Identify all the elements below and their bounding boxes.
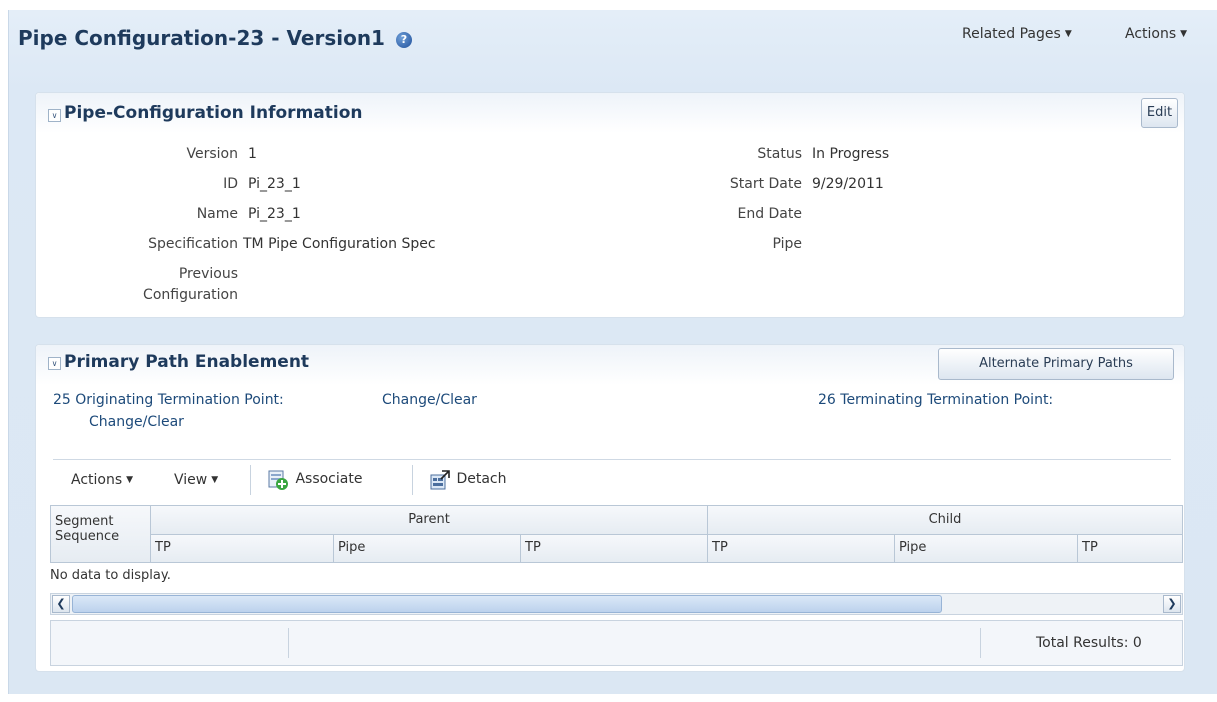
view-menu-label: View: [174, 472, 208, 488]
path-panel-title: Primary Path Enablement: [64, 352, 310, 372]
field-label: Name: [196, 206, 238, 222]
column-header-tp[interactable]: TP: [708, 535, 895, 563]
field-label: Pipe: [772, 236, 802, 252]
field-value: 9/29/2011: [812, 176, 884, 192]
toolbar-separator: [412, 465, 413, 495]
detach-button[interactable]: Detach: [429, 469, 507, 490]
column-header-pipe[interactable]: Pipe: [895, 535, 1078, 563]
detach-label: Detach: [456, 471, 507, 487]
column-header-tp[interactable]: TP: [151, 535, 334, 563]
field-label: Status: [757, 146, 802, 162]
associate-label: Associate: [295, 471, 363, 487]
table-actions-menu[interactable]: Actions ▼: [71, 472, 133, 488]
associate-button[interactable]: Associate: [267, 469, 363, 490]
column-header-pipe[interactable]: Pipe: [334, 535, 521, 563]
originating-change-clear-link[interactable]: Change/Clear: [382, 392, 477, 408]
table-actions-label: Actions: [71, 472, 123, 488]
field-label: Version: [186, 146, 238, 162]
view-menu[interactable]: View ▼: [174, 472, 218, 488]
actions-menu-label: Actions: [1125, 26, 1177, 42]
field-label: Configuration: [143, 287, 238, 303]
info-panel: ∨ Pipe-Configuration Information Edit Ve…: [35, 92, 1185, 318]
column-header-line: Segment: [55, 514, 114, 529]
chevron-down-icon: ▼: [1180, 29, 1188, 39]
edit-button[interactable]: Edit: [1141, 98, 1178, 128]
help-icon[interactable]: ?: [395, 31, 412, 48]
empty-table-message: No data to display.: [50, 568, 171, 583]
field-value: Pi_23_1: [248, 176, 301, 192]
alternate-primary-paths-button[interactable]: Alternate Primary Paths: [938, 348, 1174, 380]
column-header-segment-sequence[interactable]: Segment Sequence: [50, 505, 151, 563]
field-value: TM Pipe Configuration Spec: [243, 236, 436, 252]
related-pages-menu[interactable]: Related Pages ▼: [962, 26, 1072, 42]
field-label: Previous: [178, 266, 238, 282]
actions-menu[interactable]: Actions ▼: [1125, 26, 1187, 42]
field-value: 1: [248, 146, 257, 162]
footer-divider: [980, 628, 981, 658]
change-clear-link[interactable]: Change/Clear: [89, 414, 184, 430]
scrollbar-thumb[interactable]: [72, 595, 942, 613]
field-label: Start Date: [729, 176, 802, 192]
column-header-line: Sequence: [55, 529, 120, 544]
footer-divider: [288, 628, 289, 658]
page-title-text: Pipe Configuration-23 - Version1: [18, 26, 385, 50]
collapse-icon[interactable]: ∨: [48, 109, 61, 122]
field-label: ID: [223, 176, 238, 192]
page-title: Pipe Configuration-23 - Version1 ?: [18, 26, 412, 50]
associate-icon: [267, 469, 288, 490]
total-results-label: Total Results: 0: [1036, 635, 1142, 651]
chevron-down-icon: ▼: [211, 475, 219, 485]
terminating-tp-label: 26 Terminating Termination Point:: [818, 392, 1054, 408]
originating-tp-label: 25 Originating Termination Point:: [53, 392, 284, 408]
scroll-left-icon[interactable]: ❮: [52, 595, 70, 613]
collapse-icon[interactable]: ∨: [48, 357, 61, 370]
toolbar-separator: [250, 465, 251, 495]
chevron-down-icon: ▼: [126, 475, 134, 485]
info-panel-title: Pipe-Configuration Information: [64, 103, 363, 123]
divider: [53, 459, 1171, 460]
field-value: In Progress: [812, 146, 890, 162]
field-label: End Date: [737, 206, 802, 222]
field-label: Specification: [148, 236, 238, 252]
column-group-child: Child: [708, 505, 1183, 535]
chevron-down-icon: ▼: [1064, 29, 1072, 39]
table-footer: [50, 620, 1183, 666]
detach-icon: [429, 469, 450, 490]
scroll-right-icon[interactable]: ❯: [1163, 595, 1181, 613]
column-header-tp[interactable]: TP: [521, 535, 708, 563]
related-pages-label: Related Pages: [962, 26, 1061, 42]
column-header-tp[interactable]: TP: [1078, 535, 1183, 563]
column-group-parent: Parent: [151, 505, 708, 535]
field-value: Pi_23_1: [248, 206, 301, 222]
